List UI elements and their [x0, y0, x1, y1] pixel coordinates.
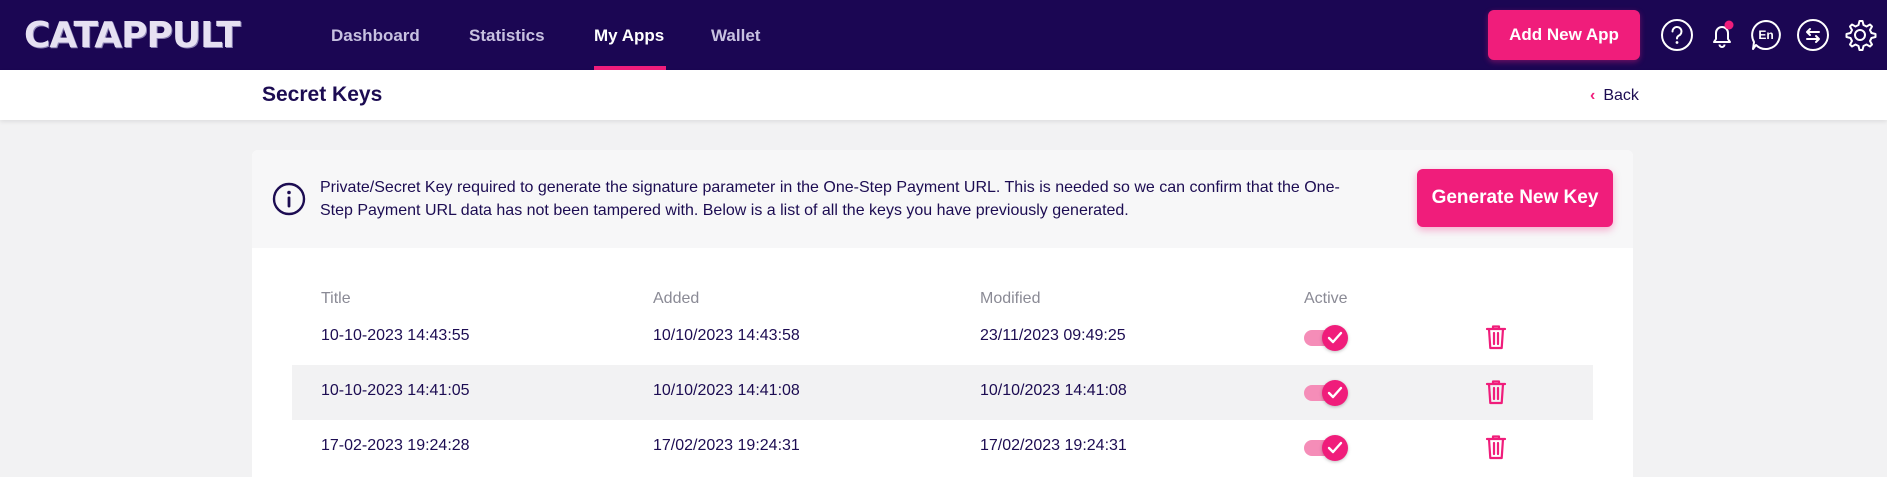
toggle-knob: [1322, 380, 1348, 406]
top-navbar: CATAPPULT Dashboard Statistics My Apps W…: [0, 0, 1887, 70]
trash-icon[interactable]: [1484, 378, 1508, 406]
check-icon: [1327, 386, 1343, 399]
key-modified-date: 17/02/2023 19:24:31: [980, 437, 1127, 454]
key-added-date: 10/10/2023 14:43:58: [653, 327, 800, 344]
page-subheader: Secret Keys ‹ Back: [0, 70, 1887, 120]
table-row: 17-02-2023 19:24:28 17/02/2023 19:24:31 …: [292, 420, 1593, 475]
add-new-app-button[interactable]: Add New App: [1488, 10, 1640, 60]
key-added-date: 17/02/2023 19:24:31: [653, 437, 800, 454]
nav-my-apps-label: My Apps: [594, 26, 665, 45]
nav-statistics[interactable]: Statistics: [469, 0, 545, 70]
toggle-knob: [1322, 325, 1348, 351]
active-toggle[interactable]: [1304, 433, 1350, 461]
page-title: Secret Keys: [262, 83, 383, 106]
back-label: Back: [1603, 87, 1639, 104]
nav-dashboard[interactable]: Dashboard: [331, 0, 420, 70]
secret-keys-card: Private/Secret Key required to generate …: [252, 150, 1633, 477]
active-toggle[interactable]: [1304, 323, 1350, 351]
key-added-date: 10/10/2023 14:41:08: [653, 382, 800, 399]
nav-wallet[interactable]: Wallet: [711, 0, 760, 70]
info-banner: Private/Secret Key required to generate …: [252, 150, 1633, 248]
info-icon: [272, 182, 306, 216]
help-icon[interactable]: [1660, 18, 1694, 52]
settings-icon[interactable]: [1843, 18, 1877, 52]
key-modified-date: 10/10/2023 14:41:08: [980, 382, 1127, 399]
switch-account-icon[interactable]: [1796, 18, 1830, 52]
table-row: 10-10-2023 14:41:05 10/10/2023 14:41:08 …: [292, 365, 1593, 420]
column-header-modified: Modified: [980, 290, 1041, 307]
trash-icon[interactable]: [1484, 433, 1508, 461]
language-icon[interactable]: En: [1749, 18, 1783, 52]
catappult-logo[interactable]: CATAPPULT: [24, 16, 241, 56]
column-header-added: Added: [653, 290, 700, 307]
check-icon: [1327, 441, 1343, 454]
key-title: 10-10-2023 14:43:55: [321, 327, 470, 344]
trash-icon[interactable]: [1484, 323, 1508, 351]
key-modified-date: 23/11/2023 09:49:25: [980, 327, 1126, 344]
column-header-active: Active: [1304, 290, 1348, 307]
nav-my-apps[interactable]: My Apps: [594, 0, 666, 70]
info-text: Private/Secret Key required to generate …: [320, 179, 1340, 219]
language-label: En: [1758, 28, 1773, 42]
active-toggle[interactable]: [1304, 378, 1350, 406]
toggle-knob: [1322, 435, 1348, 461]
table-row: 10-10-2023 14:43:55 10/10/2023 14:43:58 …: [292, 310, 1593, 365]
chevron-left-icon: ‹: [1590, 87, 1596, 104]
generate-new-key-button[interactable]: Generate New Key: [1417, 169, 1613, 227]
column-header-title: Title: [321, 290, 351, 307]
key-title: 10-10-2023 14:41:05: [321, 382, 470, 399]
back-link[interactable]: ‹ Back: [1590, 85, 1639, 107]
check-icon: [1327, 331, 1343, 344]
key-title: 17-02-2023 19:24:28: [321, 437, 470, 454]
bell-icon[interactable]: [1705, 18, 1739, 52]
